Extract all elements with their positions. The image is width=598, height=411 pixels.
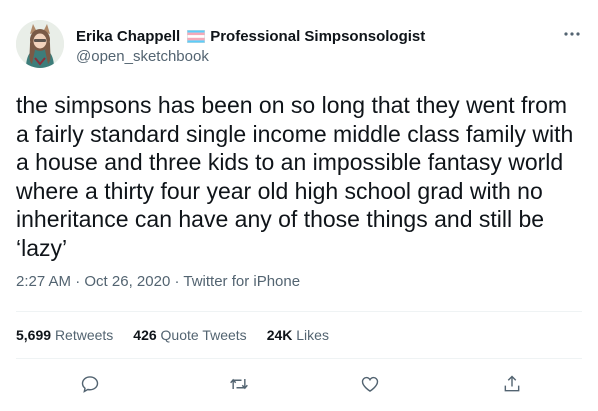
retweet-button[interactable]: [227, 372, 251, 396]
likes-label: Likes: [296, 327, 329, 343]
meta-separator: ·: [71, 273, 85, 290]
share-icon: [504, 375, 520, 392]
tweet-meta: 2:27 AM · Oct 26, 2020 · Twitter for iPh…: [16, 273, 300, 290]
divider: [16, 311, 582, 312]
meta-separator: ·: [170, 273, 184, 290]
tweet-time[interactable]: 2:27 AM: [16, 273, 71, 290]
heart-icon: [361, 376, 379, 392]
tweet-text: the simpsons has been on so long that th…: [16, 92, 574, 261]
retweets-count: 5,699: [16, 327, 52, 343]
retweet-icon: [230, 378, 248, 390]
transgender-flag-icon: [187, 29, 206, 43]
avatar-illustration: [16, 20, 64, 68]
display-name[interactable]: Erika Chappell: [76, 28, 180, 45]
quote-tweets-stat[interactable]: 426 Quote Tweets: [133, 327, 246, 343]
reply-button[interactable]: [78, 372, 102, 396]
display-name-title[interactable]: Professional Simpsonsologist: [210, 28, 425, 45]
like-button[interactable]: [358, 372, 382, 396]
user-handle[interactable]: @open_sketchbook: [76, 48, 209, 65]
tweet-stats: 5,699 Retweets 426 Quote Tweets 24K Like…: [16, 327, 349, 343]
likes-count: 24K: [266, 327, 293, 343]
quote-tweets-count: 426: [133, 327, 157, 343]
avatar[interactable]: [16, 20, 64, 68]
share-button[interactable]: [500, 372, 524, 396]
tweet-actions: [0, 370, 598, 400]
likes-stat[interactable]: 24K Likes: [267, 327, 329, 343]
tweet-date[interactable]: Oct 26, 2020: [84, 273, 170, 290]
divider: [16, 358, 582, 359]
reply-icon: [81, 376, 99, 393]
user-name-row[interactable]: Erika Chappell Professional Simpsonsolog…: [76, 26, 425, 46]
retweets-stat[interactable]: 5,699 Retweets: [16, 327, 113, 343]
quote-tweets-label: Quote Tweets: [160, 327, 247, 343]
more-options-icon[interactable]: [560, 24, 584, 44]
retweets-label: Retweets: [54, 327, 114, 343]
tweet-source[interactable]: Twitter for iPhone: [183, 273, 300, 290]
